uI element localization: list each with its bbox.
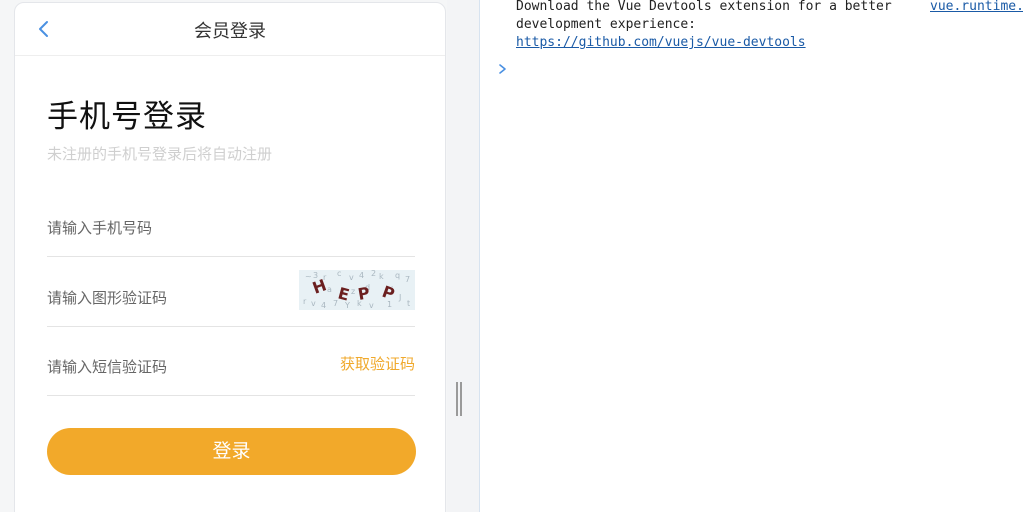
captcha-letter: P [380,282,398,304]
login-heading: 手机号登录 [47,99,207,135]
console-prompt[interactable] [496,60,510,78]
svg-text:v: v [311,299,316,308]
sms-code-input[interactable] [47,353,287,381]
svg-text:v: v [369,301,374,310]
svg-text:v: v [349,273,354,282]
svg-text:7: 7 [405,275,410,284]
captcha-field: ~3rc v42k q7rv 47Yk v1Jt adjz HEPP [47,266,415,327]
svg-text:q: q [395,271,400,280]
phone-field [47,196,415,257]
login-button[interactable]: 登录 [47,428,416,475]
chevron-right-icon [499,64,506,74]
captcha-input[interactable] [47,284,287,312]
page-title: 会员登录 [194,21,266,42]
phone-input[interactable] [47,214,287,242]
captcha-image[interactable]: ~3 r c v42k q7rv 47Yk v1Jt adjz HEPP [299,270,415,310]
drag-handle-icon[interactable] [456,382,462,416]
svg-text:t: t [407,299,410,308]
panel-splitter [447,0,479,512]
svg-text:r: r [303,297,307,306]
sms-field: 获取验证码 [47,335,415,396]
svg-text:4: 4 [321,301,326,310]
svg-text:k: k [379,272,384,281]
console-panel: Download the Vue Devtools extension for … [479,0,1023,512]
console-source-link[interactable]: vue.runtime.esm.js [930,0,1023,16]
console-message-line1: Download the Vue Devtools extension for … [516,0,892,14]
captcha-graphic: ~3 r c v42k q 7r v 47Yk v 1Jt a d jz HEPP [303,270,410,310]
login-card: 会员登录 手机号登录 未注册的手机号登录后将自动注册 ~3rc v42k q7r… [14,2,446,512]
svg-text:c: c [337,270,341,278]
console-message: Download the Vue Devtools extension for … [516,0,920,52]
svg-text:4: 4 [359,271,364,280]
page: 会员登录 手机号登录 未注册的手机号登录后将自动注册 ~3rc v42k q7r… [0,0,1023,512]
login-hint: 未注册的手机号登录后将自动注册 [47,145,273,163]
svg-text:J: J [398,293,401,302]
svg-text:2: 2 [371,270,376,278]
devtools-link[interactable]: https://github.com/vuejs/vue-devtools [516,35,806,50]
get-sms-code-button[interactable]: 获取验证码 [340,353,415,374]
console-message-line2: development experience: [516,17,697,32]
nav-header: 会员登录 [15,3,445,56]
svg-text:z: z [351,287,355,296]
device-viewport: 会员登录 手机号登录 未注册的手机号登录后将自动注册 ~3rc v42k q7r… [0,0,447,512]
